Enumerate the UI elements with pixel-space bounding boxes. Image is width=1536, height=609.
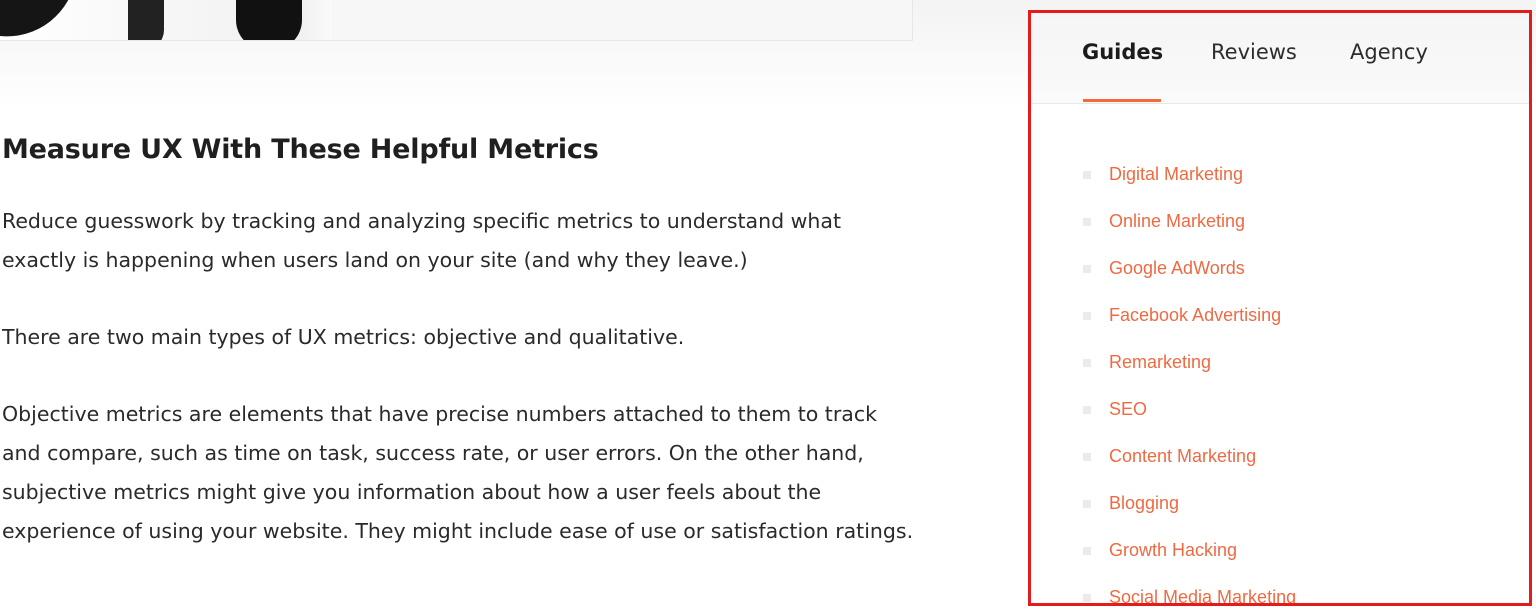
bullet-icon [1083,359,1091,367]
list-item: Content Marketing [1083,433,1296,480]
tab-guides[interactable]: Guides [1082,37,1163,67]
guide-list: Digital Marketing Online Marketing Googl… [1083,151,1296,603]
guide-link-digital-marketing[interactable]: Digital Marketing [1109,162,1243,186]
list-item: SEO [1083,386,1296,433]
list-item: Digital Marketing [1083,151,1296,198]
hero-photo-shape [236,0,302,40]
guide-link-seo[interactable]: SEO [1109,397,1147,421]
bullet-icon [1083,547,1091,555]
bullet-icon [1083,594,1091,602]
list-item: Online Marketing [1083,198,1296,245]
list-item: Blogging [1083,480,1296,527]
active-tab-indicator [1083,99,1161,102]
guide-link-blogging[interactable]: Blogging [1109,491,1179,515]
guide-link-facebook-advertising[interactable]: Facebook Advertising [1109,303,1281,327]
bullet-icon [1083,406,1091,414]
bullet-icon [1083,265,1091,273]
hero-image [0,0,913,41]
hero-photo-shape [128,0,164,40]
guide-link-content-marketing[interactable]: Content Marketing [1109,444,1256,468]
list-item: Social Media Marketing [1083,574,1296,603]
bullet-icon [1083,500,1091,508]
hero-photo [0,0,332,40]
sidebar-widget: Guides Reviews Agency Digital Marketing … [1028,10,1532,606]
bullet-icon [1083,453,1091,461]
guide-link-remarketing[interactable]: Remarketing [1109,350,1211,374]
bullet-icon [1083,218,1091,226]
paragraph: Reduce guesswork by tracking and analyzi… [2,209,841,272]
section-heading: Measure UX With These Helpful Metrics [2,134,599,165]
bullet-icon [1083,171,1091,179]
guide-link-online-marketing[interactable]: Online Marketing [1109,209,1245,233]
tab-agency[interactable]: Agency [1350,37,1428,67]
tab-bar: Guides Reviews Agency [1031,13,1529,104]
page: Measure UX With These Helpful Metrics Re… [0,0,1536,609]
guide-link-social-media-marketing[interactable]: Social Media Marketing [1109,585,1296,603]
list-item: Growth Hacking [1083,527,1296,574]
list-item: Remarketing [1083,339,1296,386]
article-body: Measure UX With These Helpful Metrics Re… [2,128,922,589]
paragraph: Objective metrics are elements that have… [2,402,914,543]
guide-link-growth-hacking[interactable]: Growth Hacking [1109,538,1237,562]
list-item: Google AdWords [1083,245,1296,292]
tab-reviews[interactable]: Reviews [1211,37,1297,67]
hero-photo-shape [0,0,83,40]
guide-link-google-adwords[interactable]: Google AdWords [1109,256,1245,280]
paragraph: There are two main types of UX metrics: … [2,325,685,349]
list-item: Facebook Advertising [1083,292,1296,339]
bullet-icon [1083,312,1091,320]
